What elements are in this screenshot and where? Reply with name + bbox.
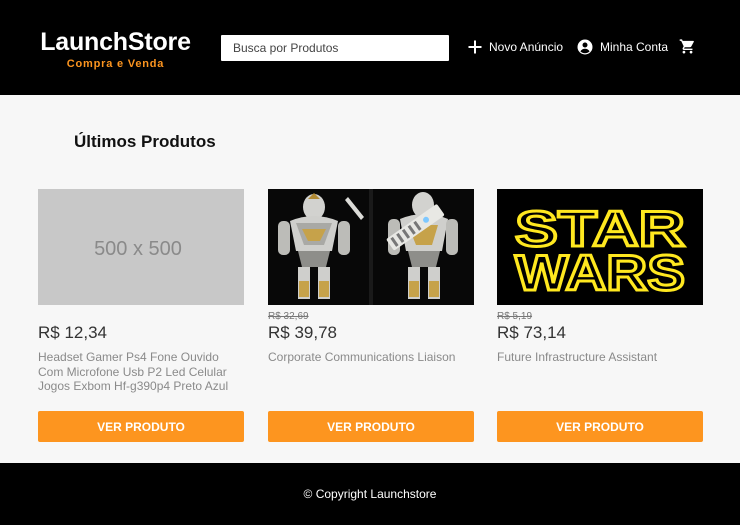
view-product-button[interactable]: VER PRODUTO [268,411,474,442]
price: R$ 39,78 [268,323,337,342]
logo[interactable]: LaunchStore Compra e Venda [38,28,193,71]
product-card: STAR WARS R$ 5,19 R$ 73,14 Future Infras… [497,189,703,442]
logo-subtitle: Compra e Venda [66,58,165,70]
product-name[interactable]: Future Infrastructure Assistant [497,350,703,365]
my-account-label: Minha Conta [600,40,669,54]
copyright-text: © Copyright Launchstore [303,487,437,501]
site-footer: © Copyright Launchstore [0,463,740,525]
new-ad-link[interactable]: Novo Anúncio [468,39,563,55]
old-price: R$ 32,69 [268,311,309,322]
main-content: Últimos Produtos 500 x 500 R$ 12,34 Head… [0,95,740,463]
plus-icon [468,40,482,54]
section-title: Últimos Produtos [74,132,216,151]
placeholder-size-label: 500 x 500 [94,238,182,260]
product-name[interactable]: Headset Gamer Ps4 Fone Ouvido Com Microf… [38,350,244,394]
view-product-button[interactable]: VER PRODUTO [497,411,703,442]
my-account-link[interactable]: Minha Conta [577,39,668,55]
product-card: R$ 32,69 R$ 39,78 Corporate Communicatio… [268,189,474,442]
product-name[interactable]: Corporate Communications Liaison [268,350,474,365]
cart-link[interactable] [679,38,696,55]
view-product-button[interactable]: VER PRODUTO [38,411,244,442]
site-header: LaunchStore Compra e Venda Novo Anúncio … [0,0,740,95]
product-image-placeholder[interactable]: 500 x 500 [38,189,244,305]
old-price [38,310,244,323]
product-image-armored-figures[interactable] [268,189,474,305]
product-image-star-wars-logo[interactable]: STAR WARS [497,189,703,305]
search-input[interactable] [221,35,449,61]
price: R$ 12,34 [38,323,107,342]
svg-text:WARS: WARS [515,245,685,301]
product-card: 500 x 500 R$ 12,34 Headset Gamer Ps4 Fon… [38,189,244,442]
new-ad-label: Novo Anúncio [489,40,564,54]
price: R$ 73,14 [497,323,566,342]
account-circle-icon [577,39,593,55]
page: LaunchStore Compra e Venda Novo Anúncio … [0,0,740,525]
old-price: R$ 5,19 [497,311,533,322]
logo-title: LaunchStore [40,28,191,56]
shopping-cart-icon [679,38,696,55]
